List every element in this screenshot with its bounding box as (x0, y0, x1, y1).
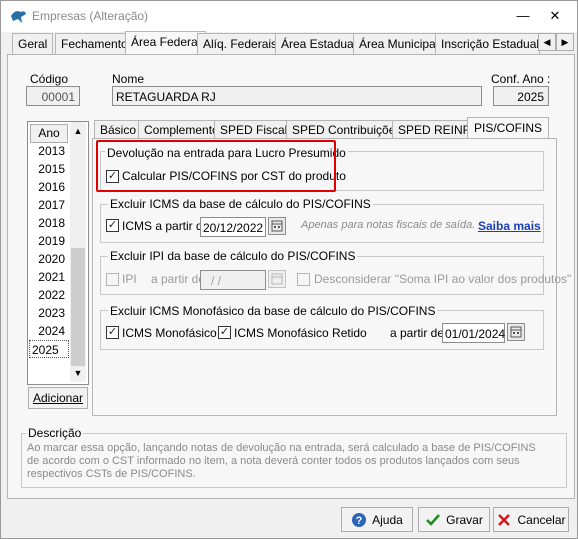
tab-inscricao-estadual[interactable]: Inscrição Estadual S (435, 33, 540, 54)
close-button[interactable]: ✕ (544, 4, 566, 28)
list-item[interactable]: 2023 (29, 304, 69, 322)
calendar-icon[interactable] (268, 217, 286, 235)
cancelar-label: Cancelar (517, 512, 566, 527)
list-item[interactable]: 2019 (29, 232, 69, 250)
conf-ano-label: Conf. Ano : (491, 72, 551, 86)
subtab-sped-fiscal[interactable]: SPED Fiscal (214, 120, 294, 139)
app-icon (11, 11, 26, 23)
subtab-complemento[interactable]: Complemento (138, 120, 225, 139)
subtab-sped-contribuicoes[interactable]: SPED Contribuições (286, 120, 408, 139)
ajuda-label: Ajuda (372, 512, 403, 527)
tab-area-federal[interactable]: Área Federal (125, 31, 207, 55)
ipi-checkbox[interactable] (106, 273, 119, 286)
scroll-down-arrow-icon[interactable]: ▼ (70, 366, 86, 380)
list-item[interactable]: 2022 (29, 286, 69, 304)
codigo-label: Código (30, 72, 69, 86)
tab-area-estadual[interactable]: Área Estadual (275, 33, 363, 54)
ipi-label: IPI (122, 272, 137, 286)
excluir-monofasico-title: Excluir ICMS Monofásico da base de cálcu… (108, 304, 438, 318)
tab-area-municipal[interactable]: Área Municipal (353, 33, 445, 54)
icms-monofasico-checkbox[interactable]: ✓ (106, 326, 119, 339)
icms-monofasico-label: ICMS Monofásico (122, 326, 217, 340)
gravar-button[interactable]: Gravar (418, 507, 490, 532)
close-icon (498, 513, 511, 526)
list-item[interactable]: 2018 (29, 214, 69, 232)
list-item[interactable]: 2015 (29, 160, 69, 178)
minimize-button[interactable]: — (512, 4, 534, 28)
scroll-thumb[interactable] (71, 248, 85, 366)
check-icon (426, 513, 441, 526)
nome-label: Nome (112, 72, 145, 86)
descricao-title: Descrição (26, 426, 84, 440)
svg-text:?: ? (356, 515, 363, 527)
subtab-basico[interactable]: Básico (94, 120, 143, 139)
icms-monofasico-retido-label: ICMS Monofásico Retido (234, 326, 367, 340)
descricao-line-1: Ao marcar essa opção, lançando notas de … (27, 442, 536, 454)
nome-field: RETAGUARDA RJ (112, 86, 482, 106)
tab-aliq-federais[interactable]: Alíq. Federais (197, 33, 284, 54)
tab-fechamento[interactable]: Fechamento (55, 33, 134, 54)
desconsiderar-label: Desconsiderar "Soma IPI ao valor dos pro… (314, 272, 572, 286)
excluir-ipi-title: Excluir IPI da base de cálculo do PIS/CO… (108, 249, 358, 263)
monofasico-date-input[interactable]: 01/01/2024 (442, 323, 505, 343)
list-item-selected[interactable]: 2025 (29, 340, 69, 358)
ajuda-button[interactable]: ? Ajuda (341, 507, 413, 532)
conf-ano-field: 2025 (493, 86, 549, 106)
window-title: Empresas (Alteração) (32, 9, 149, 23)
descricao-line-3: respectivos CSTs de PIS/COFINS. (27, 468, 196, 480)
tab-scroll-right-button[interactable]: ▶ (556, 33, 574, 51)
tab-geral[interactable]: Geral (12, 33, 54, 54)
gravar-label: Gravar (446, 512, 483, 527)
adicionar-button[interactable]: Adicionar (28, 387, 88, 409)
desconsiderar-checkbox[interactable] (297, 273, 310, 286)
list-item[interactable]: 2024 (29, 322, 69, 340)
icms-monofasico-retido-checkbox[interactable]: ✓ (218, 326, 231, 339)
tab-scroll-left-button[interactable]: ◀ (538, 33, 556, 51)
calendar-icon[interactable] (507, 323, 525, 341)
subtab-pis-cofins[interactable]: PIS/COFINS (467, 117, 550, 139)
highlight-box (96, 140, 336, 192)
cancelar-button[interactable]: Cancelar (493, 507, 569, 532)
list-item[interactable]: 2016 (29, 178, 69, 196)
icms-date-input[interactable]: 20/12/2022 (200, 217, 266, 237)
adicionar-label: Adicionar (32, 391, 84, 405)
saiba-mais-link[interactable]: Saiba mais (478, 219, 541, 233)
list-item[interactable]: 2017 (29, 196, 69, 214)
ipi-date-input[interactable]: / / (200, 270, 266, 290)
list-item[interactable]: 2013 (29, 142, 69, 160)
monofasico-a-partir-label: a partir de: (390, 326, 448, 340)
ano-column-header[interactable]: Ano (30, 124, 68, 143)
icms-checkbox[interactable]: ✓ (106, 219, 119, 232)
list-item[interactable]: 2020 (29, 250, 69, 268)
subtab-sped-reinf[interactable]: SPED REINF (392, 120, 477, 139)
excluir-icms-title: Excluir ICMS da base de cálculo do PIS/C… (108, 197, 373, 211)
calendar-icon[interactable] (268, 270, 286, 288)
codigo-field: 00001 (26, 86, 80, 106)
descricao-line-2: de acordo com o CST informado no item, a… (27, 455, 520, 467)
scroll-up-arrow-icon[interactable]: ▲ (70, 124, 86, 138)
list-item[interactable]: 2021 (29, 268, 69, 286)
icms-hint: Apenas para notas fiscais de saída. (301, 219, 476, 231)
help-icon: ? (352, 512, 367, 527)
